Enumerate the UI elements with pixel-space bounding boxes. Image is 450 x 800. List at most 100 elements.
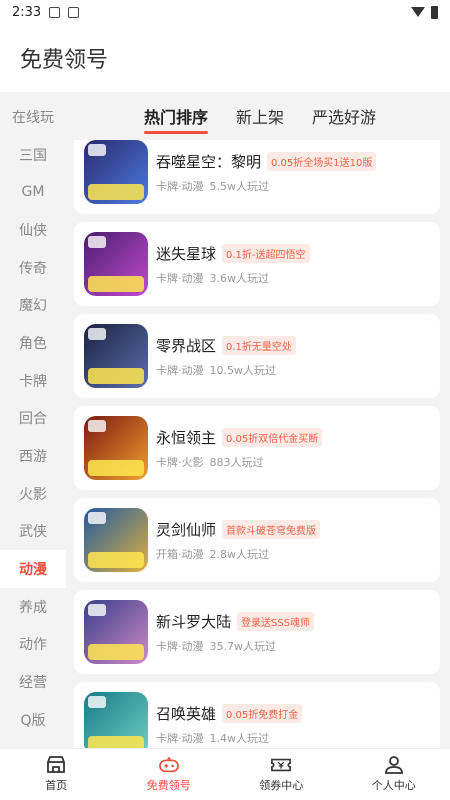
battery-icon (431, 5, 438, 19)
page-title: 免费领号 (20, 48, 109, 73)
game-name: 迷失星球 (156, 244, 217, 263)
game-card[interactable]: 永恒领主 0.05折双倍代金买断卡牌·火影 883人玩过 (74, 406, 440, 490)
category-sidebar: 在线玩 三国 GM 仙侠 传奇 魔幻 角色 卡牌 回合 西游 火影 武侠 动漫 养成 动作 经营 Q版 (0, 92, 66, 748)
sidebar-item-3[interactable]: 仙侠 (0, 211, 66, 249)
nav-label: 个人中心 (371, 779, 416, 792)
game-name: 吞噬星空：黎明 (156, 152, 262, 171)
game-info: 永恒领主 0.05折双倍代金买断卡牌·火影 883人玩过 (156, 427, 323, 470)
sidebar-item-10[interactable]: 火影 (0, 475, 66, 513)
sidebar-item-8[interactable]: 回合 (0, 400, 66, 438)
discount-badge-icon (88, 420, 106, 432)
game-logo-icon (88, 276, 144, 292)
sidebar-item-4[interactable]: 传奇 (0, 249, 66, 287)
game-list-panel: 热门排序 新上架 严选好游 吞噬星空：黎明 0.05折全场买1送10版 卡牌·动漫 5.5… (66, 92, 450, 748)
discount-badge-icon (88, 328, 106, 340)
player-count: 3.6w人玩过 (209, 271, 270, 285)
game-logo-icon (88, 644, 144, 660)
discount-badge-icon (88, 144, 106, 156)
promo-badge: 0.1折-送超四悟空 (222, 243, 310, 263)
sidebar-item-16[interactable]: Q版 (0, 701, 66, 739)
game-tags: 卡牌·动漫 (156, 271, 204, 285)
game-meta: 开箱·动漫 2.8w人玩过 (156, 546, 320, 562)
coupon-icon (271, 756, 292, 774)
discount-badge-icon (88, 512, 106, 524)
game-tags: 卡牌·火影 (156, 455, 204, 469)
game-name: 召唤英雄 (156, 704, 217, 723)
tab-1[interactable]: 新上架 (236, 92, 284, 140)
game-icon[interactable] (84, 416, 148, 480)
page-header: 免费领号 (0, 24, 450, 92)
promo-badge: 0.1折无量空处 (222, 335, 296, 355)
player-count: 10.5w人玩过 (209, 363, 277, 377)
game-meta: 卡牌·动漫 3.6w人玩过 (156, 270, 310, 286)
nav-item-1[interactable]: 免费领号 (113, 749, 226, 800)
game-name: 灵剑仙师 (156, 520, 217, 539)
content-area: 在线玩 三国 GM 仙侠 传奇 魔幻 角色 卡牌 回合 西游 火影 武侠 动漫 养成 动作 经营 Q版 热门排序… (0, 92, 450, 748)
game-info: 零界战区 0.1折无量空处卡牌·动漫 10.5w人玩过 (156, 335, 296, 378)
promo-badge: 首款斗破苍穹免费版 (222, 519, 321, 539)
game-tags: 开箱·动漫 (156, 547, 204, 561)
game-name: 永恒领主 (156, 428, 217, 447)
nav-item-0[interactable]: 首页 (0, 749, 113, 800)
nav-label: 领券中心 (259, 779, 304, 792)
sidebar-item-7[interactable]: 卡牌 (0, 362, 66, 400)
game-card[interactable]: 零界战区 0.1折无量空处卡牌·动漫 10.5w人玩过 (74, 314, 440, 398)
sidebar-item-2[interactable]: GM (0, 173, 66, 211)
promo-badge: 0.05折双倍代金买断 (222, 427, 323, 447)
player-count: 883人玩过 (209, 455, 264, 469)
sidebar-item-13[interactable]: 养成 (0, 588, 66, 626)
app-notification-icon (68, 6, 80, 18)
game-meta: 卡牌·火影 883人玩过 (156, 454, 322, 470)
game-title-row: 吞噬星空：黎明 0.05折全场买1送10版 (156, 151, 377, 172)
sort-tabs: 热门排序 新上架 严选好游 (66, 92, 450, 140)
game-card[interactable]: 迷失星球 0.1折-送超四悟空卡牌·动漫 3.6w人玩过 (74, 222, 440, 306)
promo-badge: 登录送SSS魂师 (237, 611, 315, 631)
game-title-row: 灵剑仙师 首款斗破苍穹免费版 (156, 519, 321, 540)
sidebar-item-6[interactable]: 角色 (0, 324, 66, 362)
game-card[interactable]: 吞噬星空：黎明 0.05折全场买1送10版卡牌·动漫 5.5w人玩过 (74, 130, 440, 214)
sidebar-item-9[interactable]: 西游 (0, 437, 66, 475)
game-icon[interactable] (84, 600, 148, 664)
sidebar-item-1[interactable]: 三国 (0, 136, 66, 174)
game-icon[interactable] (84, 508, 148, 572)
game-card[interactable]: 灵剑仙师 首款斗破苍穹免费版开箱·动漫 2.8w人玩过 (74, 498, 440, 582)
sidebar-item-15[interactable]: 经营 (0, 663, 66, 701)
game-meta: 卡牌·动漫 5.5w人玩过 (156, 178, 376, 194)
game-icon[interactable] (84, 232, 148, 296)
game-info: 迷失星球 0.1折-送超四悟空卡牌·动漫 3.6w人玩过 (156, 243, 310, 286)
tab-2[interactable]: 严选好游 (312, 92, 376, 140)
store-icon (46, 756, 66, 774)
tab-0[interactable]: 热门排序 (144, 92, 209, 140)
discount-badge-icon (88, 236, 106, 248)
sidebar-item-5[interactable]: 魔幻 (0, 286, 66, 324)
game-icon[interactable] (84, 140, 148, 204)
nav-item-2[interactable]: 领券中心 (225, 749, 338, 800)
status-time: 2:33 (12, 4, 42, 20)
person-icon (384, 756, 404, 774)
game-info: 灵剑仙师 首款斗破苍穹免费版开箱·动漫 2.8w人玩过 (156, 519, 321, 562)
game-meta: 卡牌·动漫 1.4w人玩过 (156, 730, 302, 746)
sidebar-item-14[interactable]: 动作 (0, 626, 66, 664)
sidebar-item-0[interactable]: 在线玩 (0, 98, 66, 136)
gamepad-icon (158, 756, 179, 774)
promo-badge: 0.05折全场买1送10版 (267, 151, 377, 171)
nav-item-3[interactable]: 个人中心 (338, 749, 450, 800)
game-icon[interactable] (84, 692, 148, 748)
sidebar-item-11[interactable]: 武侠 (0, 513, 66, 551)
game-card[interactable]: 召唤英雄 0.05折免费打金卡牌·动漫 1.4w人玩过 (74, 682, 440, 748)
player-count: 1.4w人玩过 (209, 731, 270, 745)
game-logo-icon (88, 368, 144, 384)
game-card[interactable]: 新斗罗大陆 登录送SSS魂师卡牌·动漫 35.7w人玩过 (74, 590, 440, 674)
sidebar-item-12[interactable]: 动漫 (0, 550, 66, 588)
nav-label: 首页 (45, 779, 68, 792)
game-tags: 卡牌·动漫 (156, 363, 204, 377)
promo-badge: 0.05折免费打金 (222, 703, 303, 723)
game-title-row: 零界战区 0.1折无量空处 (156, 335, 296, 356)
game-logo-icon (88, 736, 144, 748)
game-title-row: 新斗罗大陆 登录送SSS魂师 (156, 611, 315, 632)
game-icon[interactable] (84, 324, 148, 388)
game-info: 吞噬星空：黎明 0.05折全场买1送10版卡牌·动漫 5.5w人玩过 (156, 151, 377, 194)
nav-label: 免费领号 (146, 779, 191, 792)
player-count: 5.5w人玩过 (209, 179, 270, 193)
game-meta: 卡牌·动漫 35.7w人玩过 (156, 638, 314, 654)
